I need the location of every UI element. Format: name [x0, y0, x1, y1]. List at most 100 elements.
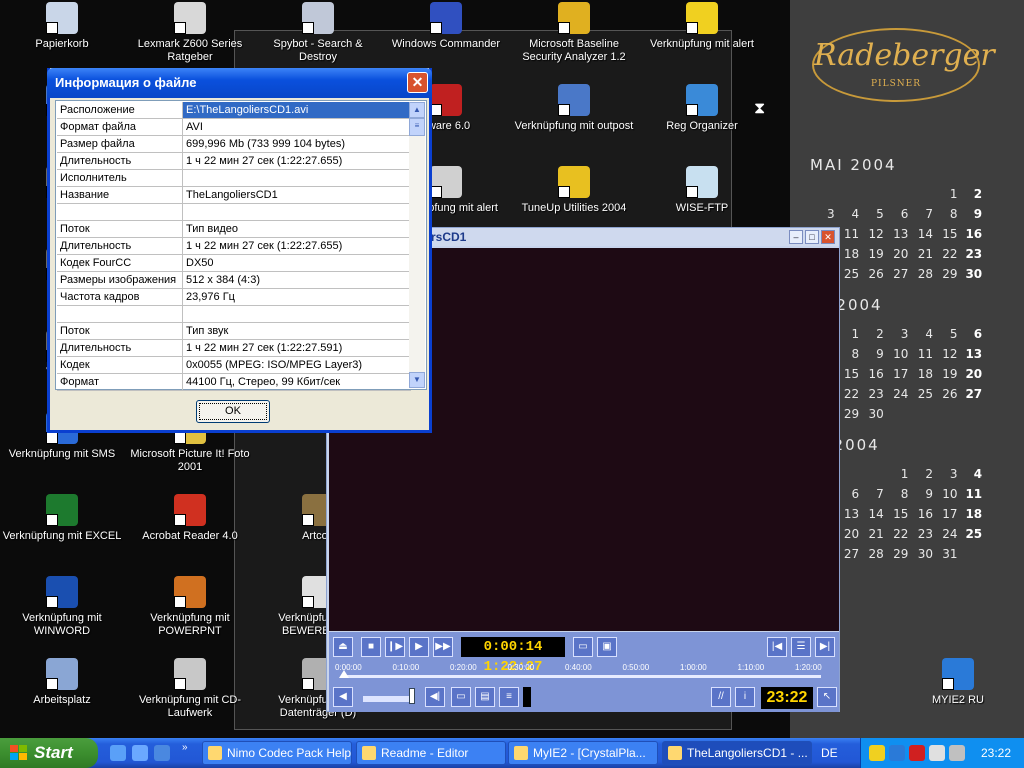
desktop-icon-top-0[interactable]: Windows Commander — [386, 2, 506, 51]
info-row[interactable] — [57, 204, 411, 221]
volume-slider[interactable] — [363, 696, 415, 702]
ok-button[interactable]: OK — [196, 400, 270, 423]
info-row[interactable]: Длительность 1 ч 22 мин 27 сек (1:22:27.6… — [57, 153, 411, 170]
info-row[interactable] — [57, 306, 411, 323]
taskbar-item[interactable]: Readme - Editor — [356, 741, 506, 765]
calendar-day: 7 — [925, 207, 933, 221]
desktop-icon-label: Verknüpfung mit EXCEL — [2, 530, 122, 542]
calendar-day: 19 — [942, 367, 958, 381]
desktop-icon-col3-0[interactable]: Spybot - Search & Destroy — [258, 2, 378, 64]
desktop-icon-left-7[interactable]: Verknüpfung mit WINWORD — [2, 576, 122, 638]
desktop-icon-col2-4[interactable]: Verknüpfung mit CD-Laufwerk — [130, 658, 250, 720]
info-key: Длительность — [57, 238, 183, 254]
myie2-icon — [942, 658, 974, 690]
audio-button[interactable]: ◀| — [425, 687, 445, 707]
calendar-day: 29 — [893, 547, 909, 561]
scroll-down-icon[interactable]: ▼ — [409, 372, 425, 388]
info-value: 1 ч 22 мин 27 сек (1:22:27.655) — [186, 240, 343, 252]
calendar-day: 17 — [942, 507, 958, 521]
playlist-button[interactable]: ☰ — [791, 637, 811, 657]
desktop-icon-col2-3[interactable]: Verknüpfung mit POWERPNT — [130, 576, 250, 638]
scroll-thumb[interactable]: ≡ — [409, 118, 425, 136]
desktop-icon-left-6[interactable]: Verknüpfung mit EXCEL — [2, 494, 122, 543]
taskbar-item[interactable]: MyIE2 - [CrystalPla... — [508, 741, 658, 765]
info-row[interactable]: Размер файла 699,996 Mb (733 999 104 byte… — [57, 136, 411, 153]
crop-button[interactable]: ▤ — [475, 687, 495, 707]
tray-network-icon[interactable] — [929, 745, 945, 761]
info-row[interactable]: Длительность 1 ч 22 мин 27 сек (1:22:27.6… — [57, 238, 411, 255]
info-row[interactable]: Размеры изображения 512 x 384 (4:3) — [57, 272, 411, 289]
quicklaunch-app-icon[interactable] — [154, 745, 170, 761]
fast-forward-button[interactable]: ▶▶ — [433, 637, 453, 657]
tray-myie-icon[interactable] — [889, 745, 905, 761]
calendar-day: 9 — [973, 207, 983, 221]
taskbar-item-icon — [208, 746, 222, 760]
desktop-icon-top-1[interactable]: Microsoft Baseline Security Analyzer 1.2 — [514, 2, 634, 64]
desktop-icon-top-9[interactable]: MYIE2 RU — [898, 658, 1018, 707]
tray-antivirus-icon[interactable] — [909, 745, 925, 761]
previous-button[interactable]: |◀ — [767, 637, 787, 657]
pointer-icon[interactable]: ↖ — [817, 687, 837, 707]
stop-button[interactable]: ■ — [361, 637, 381, 657]
info-row[interactable]: Частота кадров 23,976 Гц — [57, 289, 411, 306]
info-row[interactable]: Расположение E:\TheLangoliersCD1.avi — [57, 102, 411, 119]
scroll-up-icon[interactable]: ▲ — [409, 102, 425, 118]
seek-bar[interactable] — [343, 675, 821, 678]
desktop-icon-col2-0[interactable]: Lexmark Z600 Series Ratgeber — [130, 2, 250, 64]
calendar-day — [958, 544, 983, 564]
window-mode-button[interactable]: ▭ — [573, 637, 593, 657]
quicklaunch-myie-icon[interactable] — [132, 745, 148, 761]
info-row[interactable]: Формат файла AVI — [57, 119, 411, 136]
info-row[interactable]: Длительность 1 ч 22 мин 27 сек (1:22:27.5… — [57, 340, 411, 357]
info-key — [57, 204, 183, 220]
desktop-icon-top-7[interactable]: TuneUp Utilities 2004 — [514, 166, 634, 215]
info-icon[interactable]: i — [735, 687, 755, 707]
language-indicator[interactable]: DE — [821, 746, 838, 760]
step-button[interactable]: ❙▶ — [385, 637, 405, 657]
calendar-day: 8 — [900, 487, 909, 501]
calendar-day: 13 — [893, 227, 909, 241]
timeline-tick-label: 0:40:00 — [565, 663, 592, 672]
settings-button[interactable]: // — [711, 687, 731, 707]
info-row[interactable]: Кодек 0x0055 (MPEG: ISO/MPEG Layer3) — [57, 357, 411, 374]
desktop-icon-top-5[interactable]: Reg Organizer — [642, 84, 762, 133]
dialog-close-button[interactable]: ✕ — [407, 72, 428, 93]
maximize-button[interactable]: □ — [805, 230, 819, 244]
desktop-icon-top-2[interactable]: Verknüpfung mit alert — [642, 2, 762, 51]
info-row[interactable]: Поток Тип звук — [57, 323, 411, 340]
volume-knob[interactable] — [409, 688, 416, 704]
subtitle-button[interactable]: ≡ — [499, 687, 519, 707]
timeline-tick-label: 0:00:00 — [335, 663, 362, 672]
list-scrollbar[interactable]: ▲ ≡ ▼ — [409, 102, 425, 388]
desktop-icon-top-8[interactable]: WISE-FTP — [642, 166, 762, 215]
desktop-icon-col2-2[interactable]: Acrobat Reader 4.0 — [130, 494, 250, 543]
tray-alert-icon[interactable] — [869, 745, 885, 761]
quicklaunch-more-icon[interactable]: » — [182, 742, 188, 753]
calendar-day: 21 — [868, 527, 884, 541]
calendar-day: 5 — [876, 207, 884, 221]
minimize-button[interactable]: – — [789, 230, 803, 244]
desktop-icon-left-8[interactable]: Arbeitsplatz — [2, 658, 122, 707]
file-info-list[interactable]: Расположение E:\TheLangoliersCD1.avi Форма… — [55, 100, 427, 391]
quicklaunch-ie-icon[interactable] — [110, 745, 126, 761]
tray-volume-icon[interactable] — [949, 745, 965, 761]
taskbar-item[interactable]: TheLangoliersCD1 - ... — [662, 741, 812, 765]
info-value: 699,996 Mb (733 999 104 bytes) — [186, 138, 346, 150]
info-row[interactable]: Поток Тип видео — [57, 221, 411, 238]
next-button[interactable]: ▶| — [815, 637, 835, 657]
calendar-day: 16 — [917, 507, 933, 521]
taskbar-item[interactable]: Nimo Codec Pack Help — [202, 741, 352, 765]
eject-icon[interactable]: ⏏ — [333, 637, 353, 657]
desktop-icon-top-4[interactable]: Verknüpfung mit outpost — [514, 84, 634, 133]
fullscreen-button[interactable]: ▣ — [597, 637, 617, 657]
info-row[interactable]: Исполнитель — [57, 170, 411, 187]
info-row[interactable]: Формат 44100 Гц, Стерео, 99 Кбит/сек — [57, 374, 411, 391]
screen-button[interactable]: ▭ — [451, 687, 471, 707]
desktop-icon-left-0[interactable]: Papierkorb — [2, 2, 122, 51]
info-row[interactable]: Название TheLangoliersCD1 — [57, 187, 411, 204]
mute-button[interactable]: ◀ — [333, 687, 353, 707]
info-row[interactable]: Кодек FourCC DX50 — [57, 255, 411, 272]
play-button[interactable]: ▶ — [409, 637, 429, 657]
info-value: 23,976 Гц — [186, 291, 235, 303]
close-button[interactable]: ✕ — [821, 230, 835, 244]
